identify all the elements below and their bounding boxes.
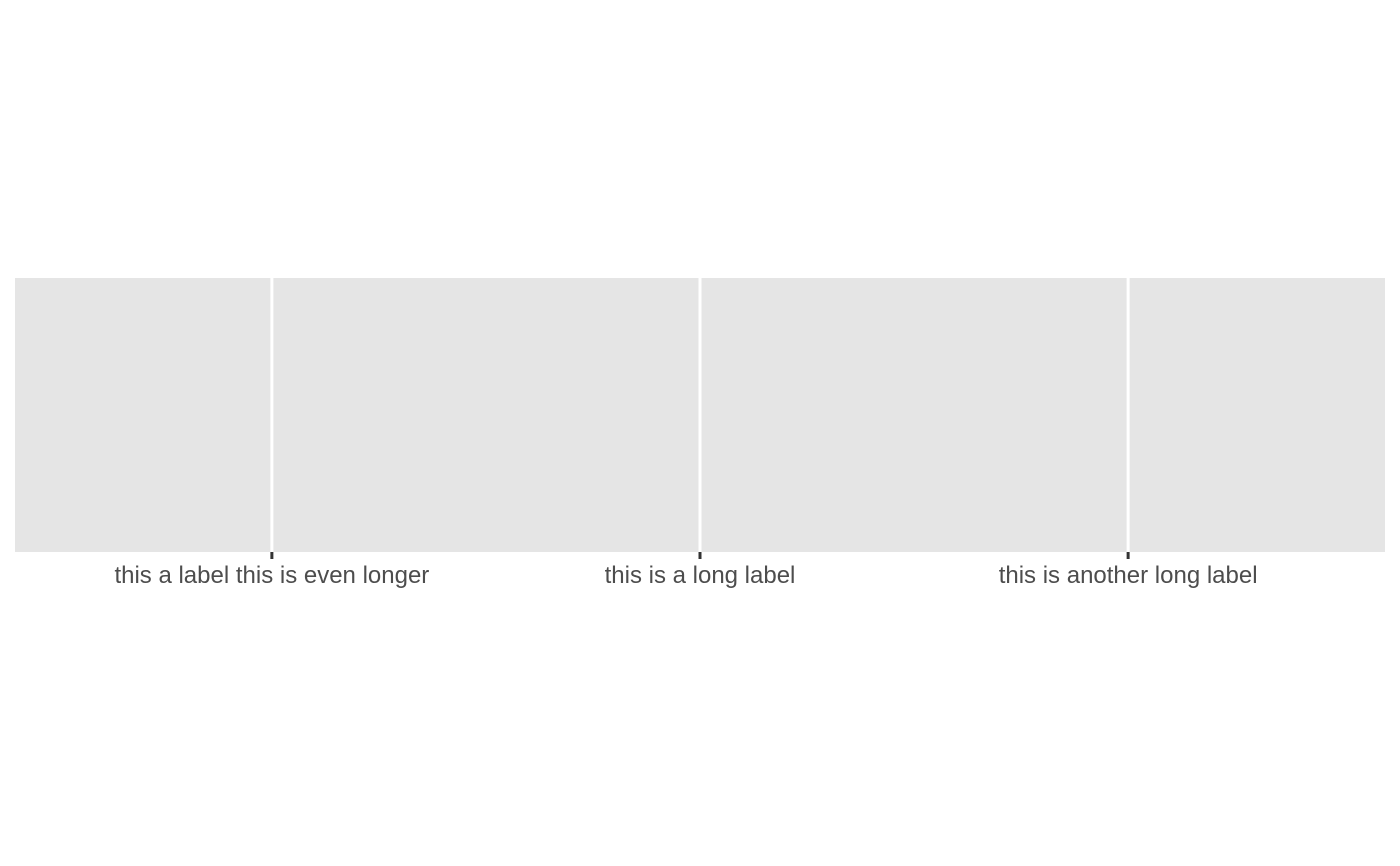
x-tick-label: this is another long label [999,562,1258,589]
x-tick-label: this is a long label [605,562,796,589]
chart: this a label this is even longer this is … [15,278,1385,589]
x-tick-label: this a label this is even longer [114,562,429,589]
x-axis-tick-labels: this a label this is even longer this is … [114,562,1257,589]
x-axis-ticks [270,552,1130,559]
